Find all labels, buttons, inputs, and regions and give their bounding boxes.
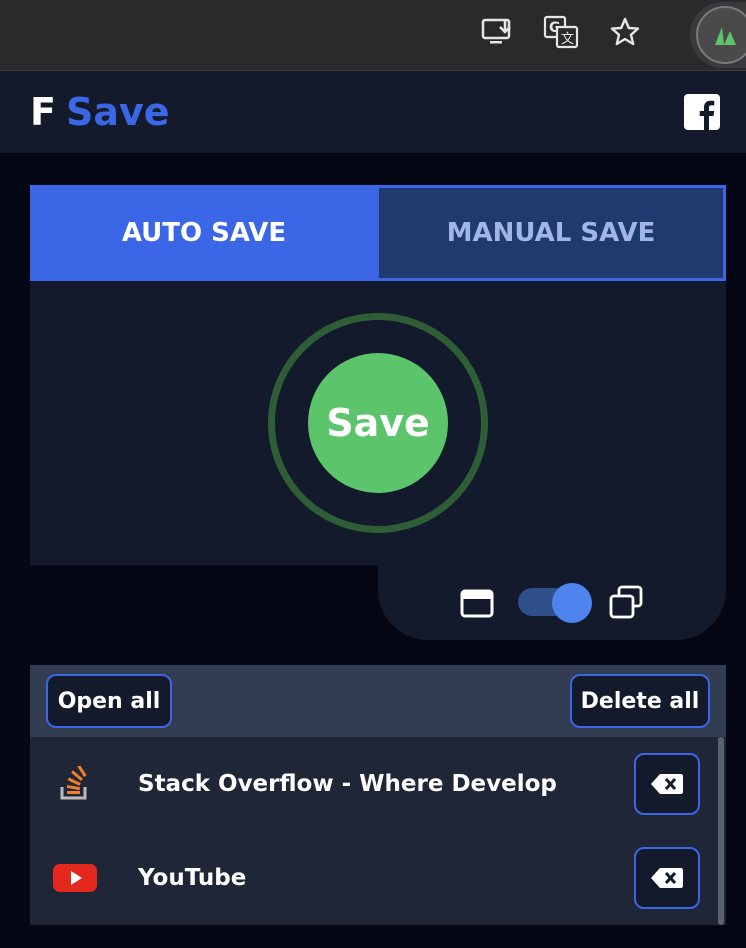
svg-text:文: 文 — [561, 32, 574, 47]
delete-item-button[interactable] — [634, 753, 700, 815]
save-mode-tabs: AUTO SAVE MANUAL SAVE — [30, 185, 726, 281]
toggle-panel — [378, 520, 726, 640]
saved-tabs-list: Stack Overflow - Where Develop.... YouTu… — [30, 737, 726, 925]
backspace-delete-icon — [651, 774, 683, 794]
delete-all-button[interactable]: Delete all — [570, 674, 710, 728]
delete-item-button[interactable] — [634, 847, 700, 909]
facebook-icon[interactable] — [684, 94, 720, 130]
app-logo: F Save — [30, 90, 170, 134]
youtube-icon — [50, 853, 100, 903]
saved-tab-title[interactable]: Stack Overflow - Where Develop.... — [138, 737, 558, 831]
logo-letter: F — [30, 90, 56, 134]
bookmark-star-icon[interactable] — [607, 14, 643, 50]
saved-tab-title[interactable]: YouTube — [138, 831, 558, 925]
logo-word: Save — [65, 90, 170, 134]
multiple-windows-icon — [608, 584, 644, 620]
open-all-button[interactable]: Open all — [46, 674, 172, 728]
stackoverflow-icon — [50, 759, 100, 809]
backspace-delete-icon — [651, 868, 683, 888]
tab-auto-save[interactable]: AUTO SAVE — [30, 185, 378, 281]
toggle-knob[interactable] — [552, 583, 592, 623]
single-window-icon — [460, 586, 494, 620]
save-button[interactable]: Save — [308, 353, 448, 493]
list-item[interactable]: YouTube — [30, 831, 716, 925]
translate-icon[interactable]: G 文 — [543, 14, 579, 50]
tab-manual-save[interactable]: MANUAL SAVE — [376, 185, 726, 281]
scrollbar-thumb[interactable] — [718, 737, 724, 925]
list-item[interactable]: Stack Overflow - Where Develop.... — [30, 737, 716, 831]
list-scrollbar[interactable] — [716, 737, 726, 925]
install-app-icon[interactable] — [480, 14, 516, 50]
extension-avatar-icon[interactable] — [696, 6, 746, 64]
